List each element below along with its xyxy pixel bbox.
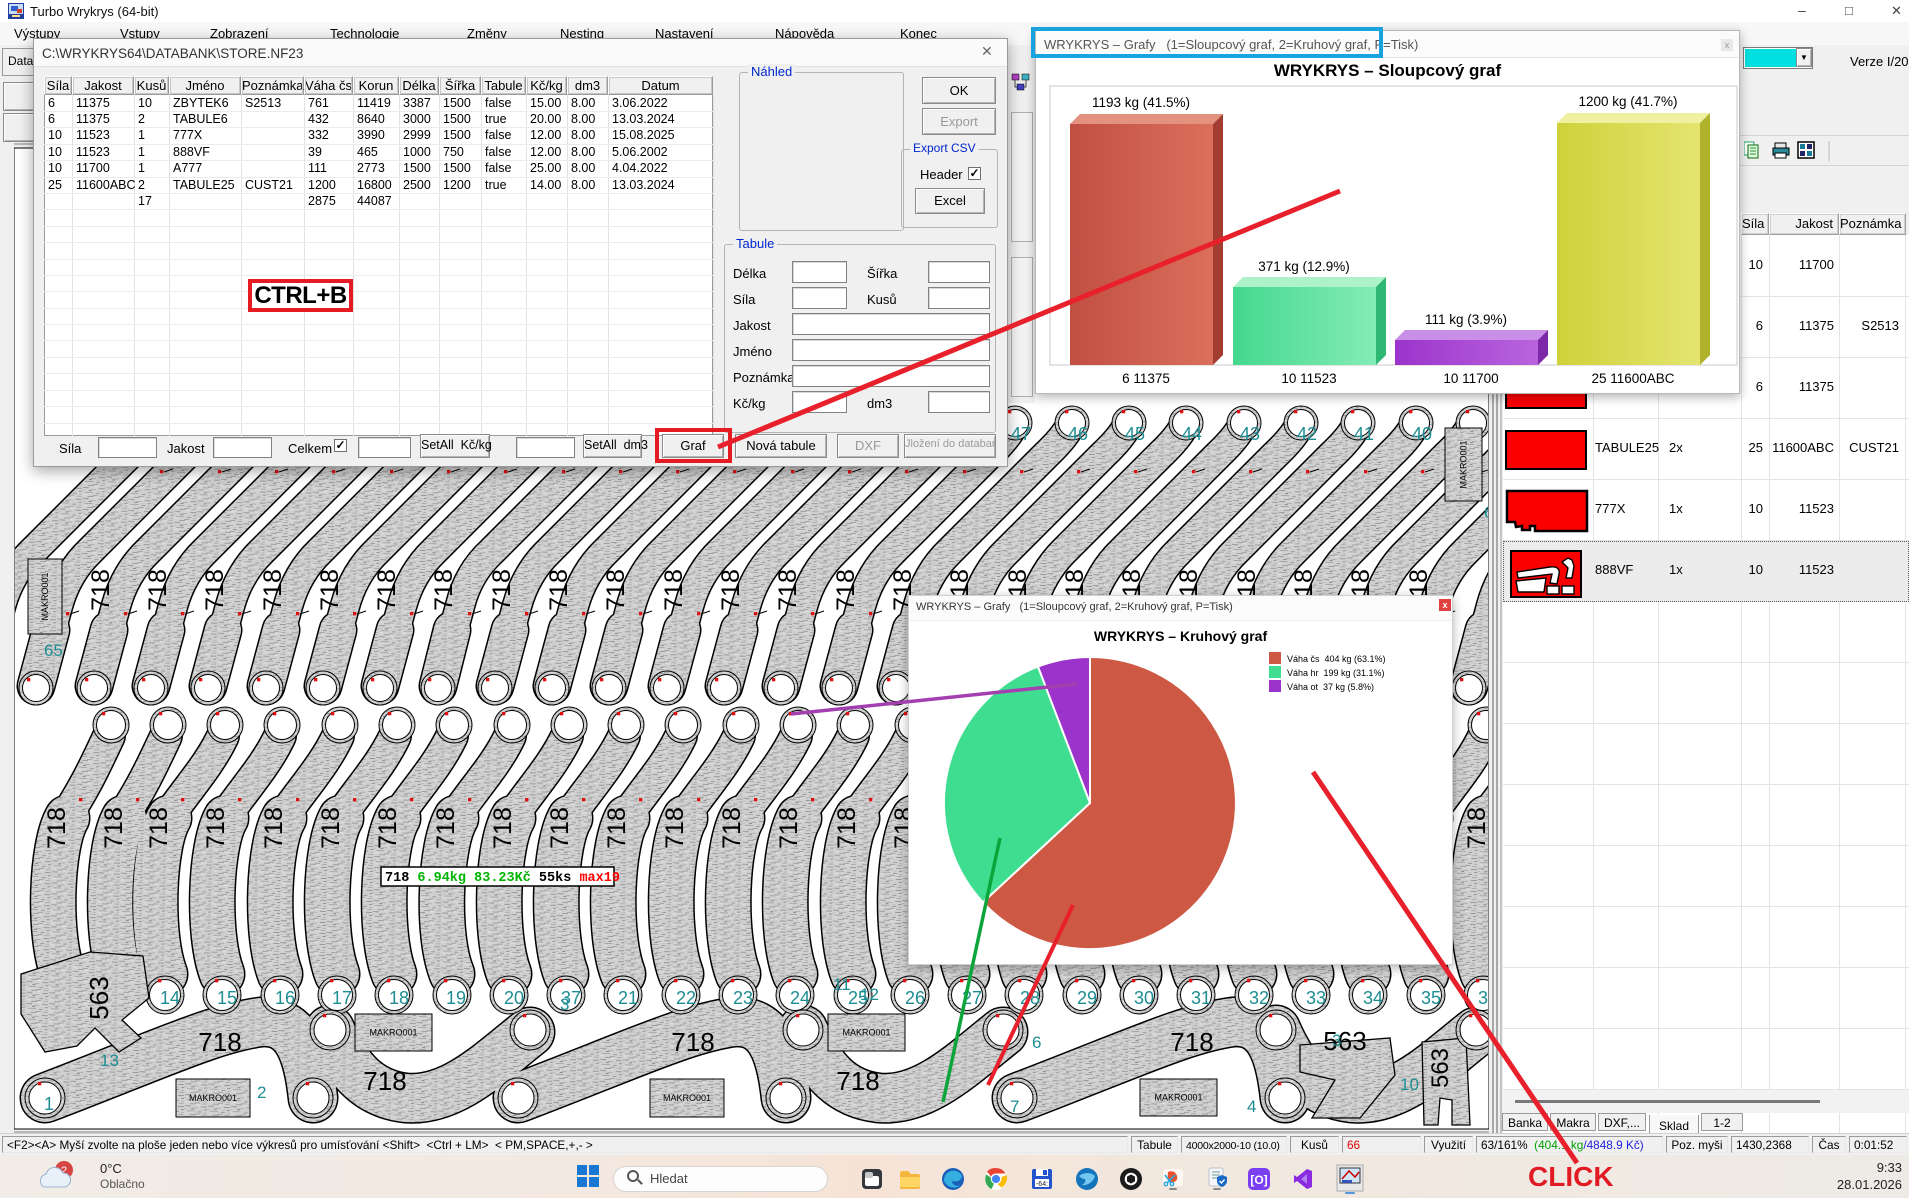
svg-text:[O]: [O] xyxy=(1250,1173,1267,1187)
svg-text:-64:: -64: xyxy=(1036,1181,1048,1188)
